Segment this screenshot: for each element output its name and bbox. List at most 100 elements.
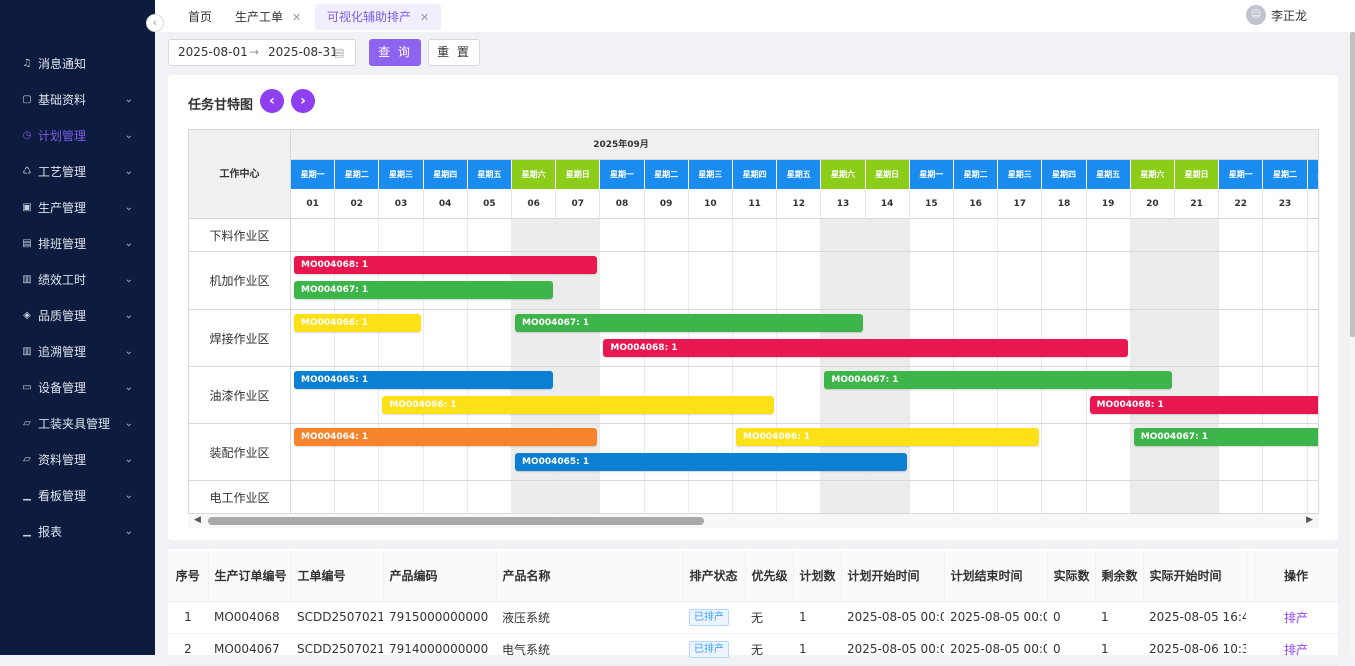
sidebar: ♫ 消息通知 ▢ 基础资料 ⌄ ◷ 计划管理 ⌄ ♺ 工艺管理 ⌄ ▣ 生产管理 ⌄ ▤ 排班管理 ⌄ ▥ 绩效工时… bbox=[0, 0, 155, 655]
document-icon: ▢ bbox=[22, 93, 32, 105]
gantt-task-bar[interactable]: MO004065: 1 bbox=[515, 452, 907, 471]
barcode-icon: ▥ bbox=[22, 345, 32, 357]
gantt-horizontal-scrollbar[interactable]: ◀ ▶ bbox=[188, 514, 1319, 528]
weekday-header: 星期二 bbox=[335, 160, 380, 189]
day-number-header: 22 bbox=[1219, 189, 1264, 219]
close-icon[interactable]: ✕ bbox=[420, 11, 429, 24]
table-cell: 排产 bbox=[1254, 601, 1338, 634]
weekday-header: 星期六 bbox=[1130, 160, 1175, 189]
day-number-header: 02 bbox=[335, 189, 380, 219]
day-number-header: 19 bbox=[1086, 189, 1131, 219]
table-row[interactable]: 1MO004068SCDD250702157915000000000液压系统已排… bbox=[168, 601, 1338, 634]
schedule-link[interactable]: 排产 bbox=[1284, 611, 1308, 625]
sidebar-item-label: 品质管理 bbox=[38, 308, 87, 323]
next-month-button[interactable]: › bbox=[291, 89, 315, 113]
table-cell: 2 bbox=[168, 633, 208, 666]
column-header bbox=[1246, 551, 1255, 602]
gantt-task-bar[interactable]: MO004066: 1 bbox=[736, 428, 1040, 446]
weekday-header: 星期日 bbox=[865, 160, 910, 189]
calendar-icon: ▤ bbox=[22, 237, 32, 249]
gantt-task-bar[interactable]: MO004067: 1 bbox=[824, 371, 1172, 389]
sidebar-item[interactable]: ▥ 绩效工时 ⌄ bbox=[0, 261, 155, 297]
row-divider bbox=[291, 423, 1318, 424]
weekday-header: 星期三 bbox=[379, 160, 424, 189]
column-header: 计划开始时间 bbox=[841, 551, 945, 602]
table-row[interactable]: 2MO004067SCDD250702147914000000000电气系统已排… bbox=[168, 633, 1338, 666]
tab-home[interactable]: 首页 bbox=[188, 4, 212, 30]
chevron-down-icon: ⌄ bbox=[124, 309, 133, 321]
table-body: 1MO004068SCDD250702157915000000000液压系统已排… bbox=[168, 601, 1338, 666]
table-header-row: 序号 生产订单编号 工单编号 产品编码 产品名称 排产状态 优先级 计划数 计划开始时间 计划结束… bbox=[168, 551, 1339, 602]
weekday-header: 星期五 bbox=[1086, 160, 1131, 189]
day-number-header: 03 bbox=[379, 189, 424, 219]
weekday-header: 星期一 bbox=[1219, 160, 1264, 189]
gantt-month-header: 2025年09月 bbox=[291, 130, 1318, 160]
table-cell: 7914000000000 bbox=[383, 633, 496, 666]
scroll-left-icon[interactable]: ◀ bbox=[194, 515, 201, 525]
sidebar-item[interactable]: ▤ 排班管理 ⌄ bbox=[0, 225, 155, 261]
weekday-header: 星期三 bbox=[1307, 160, 1318, 189]
gantt-task-bar[interactable]: MO004068: 1 bbox=[603, 338, 1128, 357]
gantt-task-bar[interactable]: MO004067: 1 bbox=[515, 314, 863, 332]
table-cell: 无 bbox=[745, 633, 793, 666]
sidebar-item[interactable]: ◈ 品质管理 ⌄ bbox=[0, 297, 155, 333]
sidebar-item[interactable]: ▱ 工装夹具管理 ⌄ bbox=[0, 405, 155, 441]
calendar-icon[interactable]: ▤ bbox=[334, 40, 344, 65]
prev-month-button[interactable]: ‹ bbox=[260, 89, 284, 113]
sidebar-item-label: 生产管理 bbox=[38, 200, 87, 215]
top-bar: 首页 生产工单 ✕ 可视化辅助排产 ✕ ☺ 李正龙 bbox=[155, 0, 1355, 32]
sidebar-item[interactable]: ▣ 生产管理 ⌄ bbox=[0, 189, 155, 225]
tab-production-order[interactable]: 生产工单 ✕ bbox=[235, 4, 301, 30]
weekday-header: 星期日 bbox=[1175, 160, 1220, 189]
sidebar-item[interactable]: ▱ 资料管理 ⌄ bbox=[0, 441, 155, 477]
sidebar-item[interactable]: ▥ 追溯管理 ⌄ bbox=[0, 333, 155, 369]
sidebar-item[interactable]: ▭ 设备管理 ⌄ bbox=[0, 369, 155, 405]
user-menu[interactable]: ☺ 李正龙 bbox=[1245, 5, 1307, 25]
sidebar-item[interactable]: ▁ 报表 ⌄ bbox=[0, 513, 155, 549]
query-button[interactable]: 查 询 bbox=[369, 39, 421, 66]
sidebar-item[interactable]: ♫ 消息通知 bbox=[0, 45, 155, 81]
table-cell: 2025-08-06 10:32 bbox=[1143, 633, 1246, 666]
close-icon[interactable]: ✕ bbox=[292, 11, 301, 24]
tab-visual-scheduling[interactable]: 可视化辅助排产 ✕ bbox=[315, 4, 442, 30]
scrollbar-thumb[interactable] bbox=[208, 517, 704, 525]
reset-button[interactable]: 重 置 bbox=[428, 39, 480, 66]
gantt-task-bar[interactable]: MO004066: 1 bbox=[294, 314, 421, 332]
scroll-right-icon[interactable]: ▶ bbox=[1306, 515, 1313, 525]
scrollbar-thumb[interactable] bbox=[1350, 32, 1355, 337]
day-number-header: 09 bbox=[644, 189, 689, 219]
gantt-task-bar[interactable]: MO004068: 1 bbox=[294, 256, 598, 274]
bell-icon: ♫ bbox=[22, 57, 32, 69]
sidebar-item-label: 设备管理 bbox=[38, 380, 87, 395]
table-cell bbox=[1246, 633, 1254, 666]
date-start-input[interactable]: 2025-08-01 bbox=[178, 40, 248, 65]
gantt-task-bar[interactable]: MO004068: 1 bbox=[1089, 395, 1318, 414]
collapse-sidebar-icon[interactable]: ‹ bbox=[146, 14, 164, 32]
sidebar-item[interactable]: ▢ 基础资料 ⌄ bbox=[0, 81, 155, 117]
row-divider bbox=[291, 251, 1318, 252]
row-divider bbox=[291, 309, 1318, 310]
chevron-down-icon: ⌄ bbox=[124, 489, 133, 501]
weekday-header: 星期一 bbox=[909, 160, 954, 189]
table-cell: 电气系统 bbox=[496, 633, 683, 666]
gantt-task-bar[interactable]: MO004065: 1 bbox=[294, 371, 554, 389]
table-cell: 1 bbox=[793, 601, 841, 634]
gantt-task-bar[interactable]: MO004064: 1 bbox=[294, 428, 598, 446]
weekday-header: 星期四 bbox=[1042, 160, 1087, 189]
sidebar-item[interactable]: ♺ 工艺管理 ⌄ bbox=[0, 153, 155, 189]
sidebar-item-label: 报表 bbox=[38, 524, 63, 539]
sidebar-item[interactable]: ◷ 计划管理 ⌄ bbox=[0, 117, 155, 153]
gantt-task-bar[interactable]: MO004067: 1 bbox=[1133, 428, 1318, 446]
sidebar-item[interactable]: ▁ 看板管理 ⌄ bbox=[0, 477, 155, 513]
date-range-picker[interactable]: 2025-08-01 → 2025-08-31 ▤ bbox=[168, 39, 356, 66]
sidebar-item-label: 追溯管理 bbox=[38, 344, 87, 359]
day-number-header: 23 bbox=[1263, 189, 1308, 219]
weekday-header: 星期一 bbox=[291, 160, 336, 189]
gantt-task-bar[interactable]: MO004066: 1 bbox=[382, 395, 775, 414]
gantt-task-bar[interactable]: MO004067: 1 bbox=[294, 280, 554, 299]
weekday-header: 星期二 bbox=[1263, 160, 1308, 189]
schedule-link[interactable]: 排产 bbox=[1284, 643, 1308, 657]
date-end-input[interactable]: 2025-08-31 bbox=[268, 40, 338, 65]
page-vertical-scrollbar[interactable] bbox=[1350, 32, 1355, 655]
sidebar-item-label: 基础资料 bbox=[38, 92, 87, 107]
